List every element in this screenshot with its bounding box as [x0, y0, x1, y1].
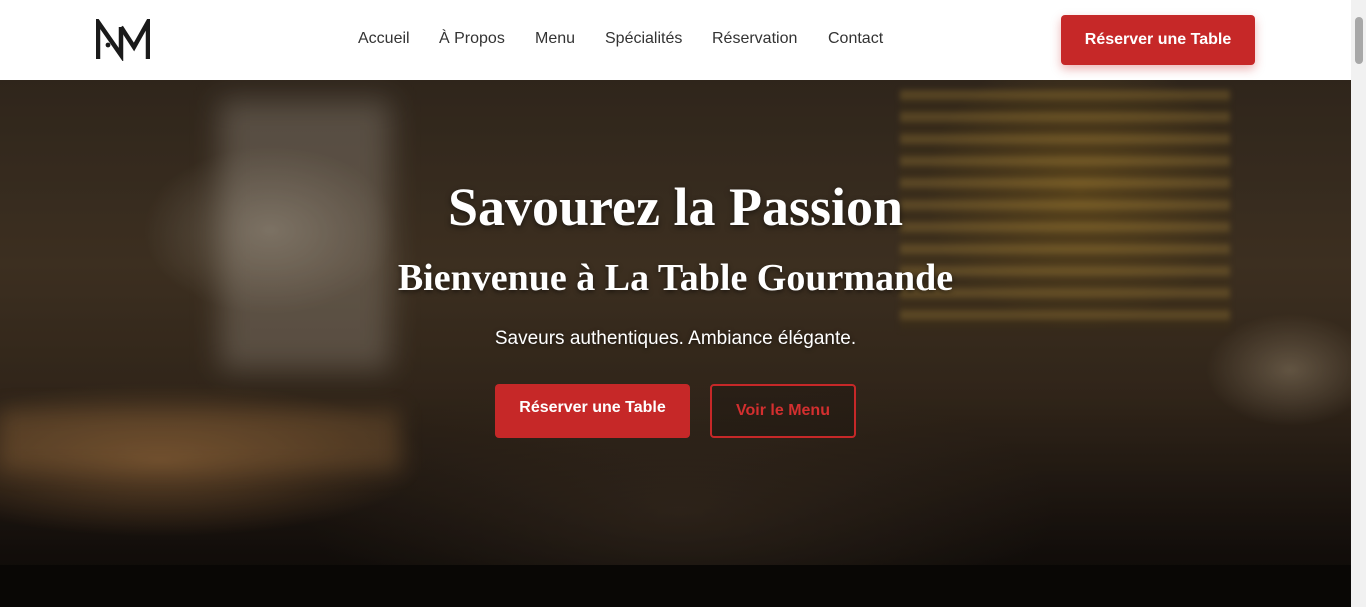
scrollbar-thumb[interactable]	[1355, 17, 1363, 64]
site-header: Accueil À Propos Menu Spécialités Réserv…	[0, 0, 1351, 80]
nav-contact[interactable]: Contact	[828, 30, 883, 48]
hero-section: Savourez la Passion Bienvenue à La Table…	[0, 80, 1351, 607]
hero-reserve-button[interactable]: Réserver une Table	[495, 384, 690, 438]
nav-specialites[interactable]: Spécialités	[605, 30, 682, 48]
hero-title: Savourez la Passion	[447, 177, 904, 237]
hero-subtitle: Bienvenue à La Table Gourmande	[397, 257, 954, 299]
header-reserve-button[interactable]: Réserver une Table	[1061, 15, 1255, 65]
page-scrollbar[interactable]	[1351, 0, 1366, 607]
nav-menu[interactable]: Menu	[535, 30, 575, 48]
nav-a-propos[interactable]: À Propos	[439, 30, 505, 48]
nav-reservation[interactable]: Réservation	[712, 30, 797, 48]
nav-accueil[interactable]: Accueil	[358, 30, 410, 48]
hero-menu-button[interactable]: Voir le Menu	[710, 384, 856, 438]
hero-tagline: Saveurs authentiques. Ambiance élégante.	[494, 328, 857, 349]
